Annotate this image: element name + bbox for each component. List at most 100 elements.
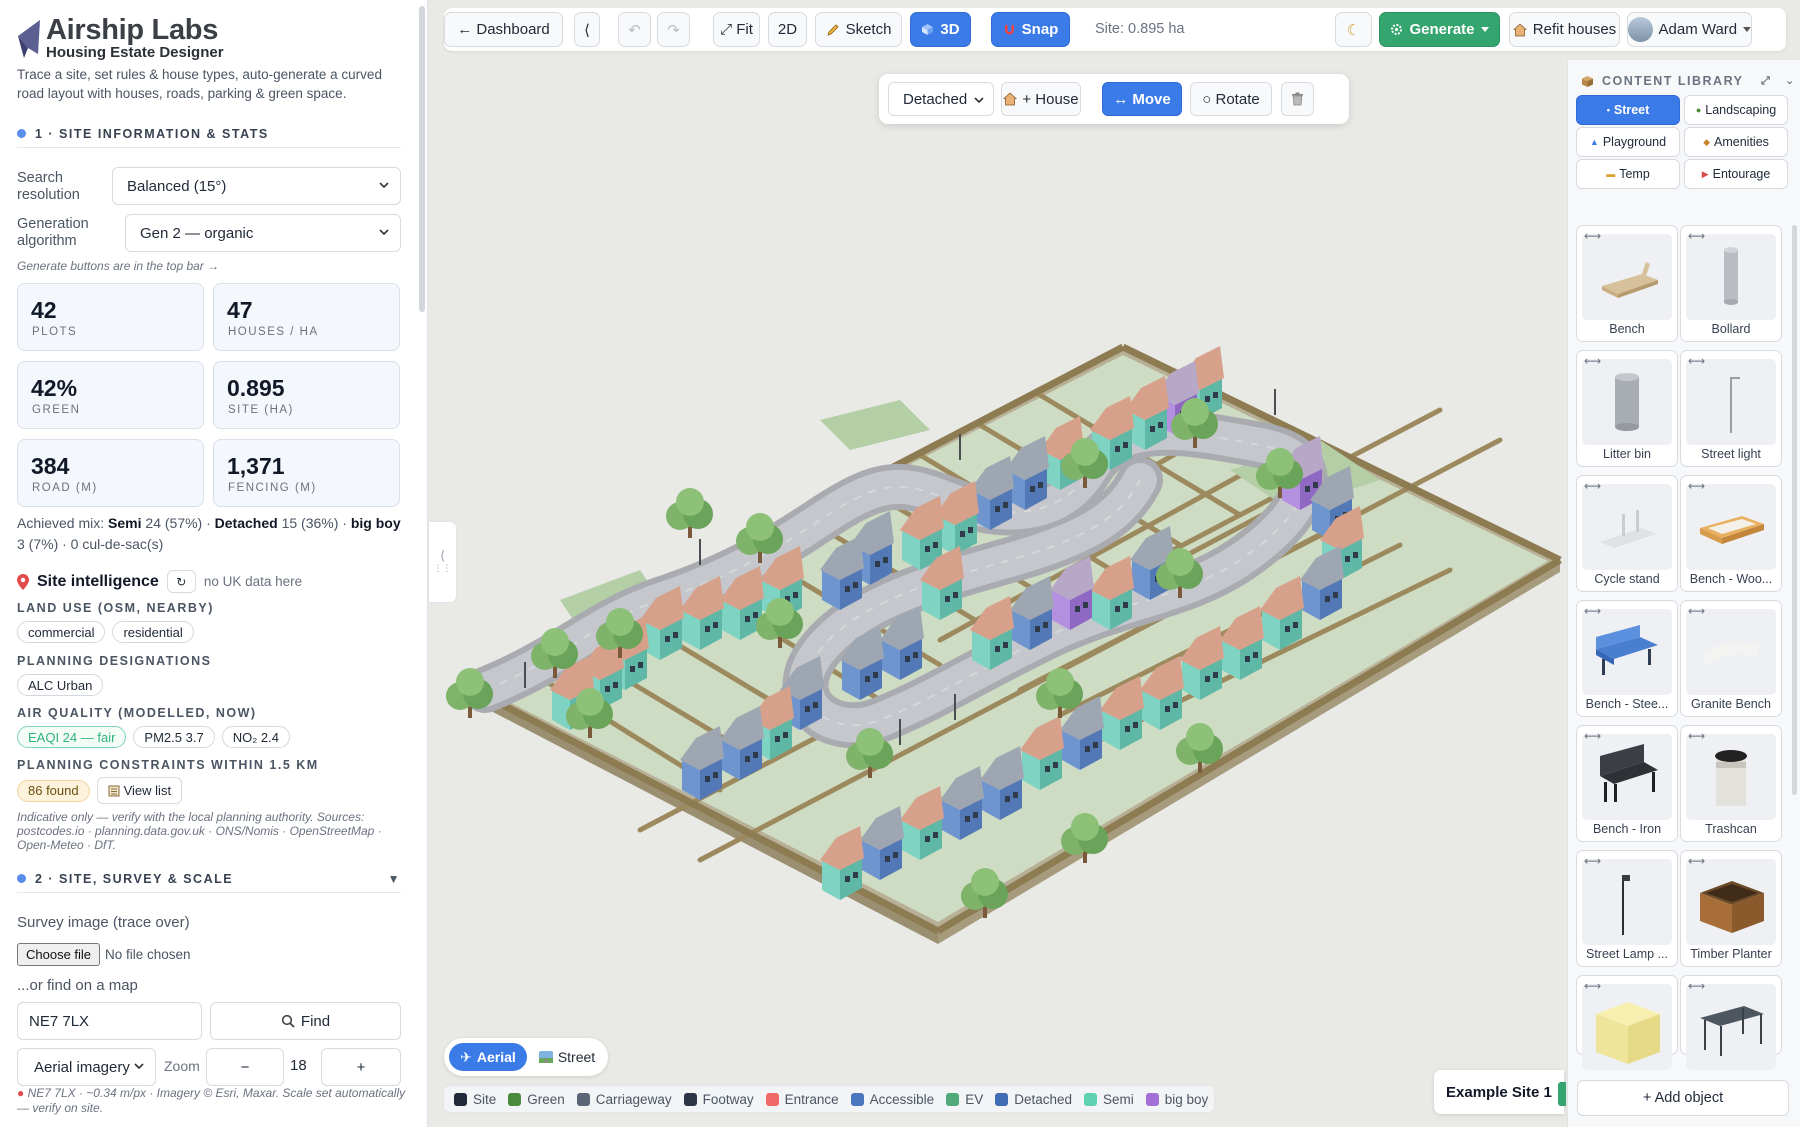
library-item[interactable]: ⟷ Bench	[1576, 225, 1678, 342]
house-window	[793, 592, 798, 598]
fit-button[interactable]: ⤢ Fit	[713, 12, 760, 47]
house-type-select[interactable]: Detached	[888, 82, 994, 116]
drag-handle-icon: ⋮⋮	[433, 563, 452, 573]
category-tab-street[interactable]: • Street	[1576, 95, 1680, 125]
house-window	[1045, 766, 1050, 772]
category-tab-temp[interactable]: ▬ Temp	[1576, 159, 1680, 189]
library-item[interactable]: ⟷ Bench - Stee...	[1576, 600, 1678, 717]
left-scrollbar[interactable]	[419, 6, 425, 312]
library-item[interactable]: ⟷ Timber Planter	[1680, 850, 1782, 967]
library-item-thumbnail	[1582, 984, 1672, 1070]
undo-button[interactable]: ↶	[618, 12, 651, 47]
category-icon: ●	[1695, 105, 1702, 115]
find-label: Find	[300, 1012, 331, 1030]
library-item[interactable]: ⟷	[1576, 975, 1678, 1070]
library-item[interactable]: ⟷ Bollard	[1680, 225, 1782, 342]
house-window	[1085, 746, 1090, 752]
sketch-button[interactable]: Sketch	[815, 12, 902, 47]
delete-button[interactable]	[1281, 82, 1314, 116]
category-tab-amenities[interactable]: ◆ Amenities	[1684, 127, 1788, 157]
land-use-chips: commercial residential	[17, 621, 194, 643]
refit-houses-button[interactable]: Refit houses	[1509, 12, 1620, 47]
house-window	[1123, 442, 1128, 448]
library-item[interactable]: ⟷ Street Lamp ...	[1576, 850, 1678, 967]
category-tab-playground[interactable]: ▲ Playground	[1576, 127, 1680, 157]
drag-arrows-icon: ⟷	[1688, 604, 1706, 618]
house-window	[853, 872, 858, 878]
imagery-select[interactable]: Aerial imagery	[17, 1048, 156, 1086]
library-item[interactable]: ⟷ Bench - Iron	[1576, 725, 1678, 842]
legend-swatch	[995, 1092, 1009, 1106]
zoom-in-button[interactable]: +	[321, 1048, 401, 1086]
expand-icon[interactable]: ⤢	[1761, 75, 1771, 87]
achieved-mix: Achieved mix: Semi 24 (57%) · Detached 1…	[17, 513, 407, 555]
dashboard-button[interactable]: ← Dashboard	[444, 12, 563, 47]
legend-swatch	[850, 1092, 864, 1106]
move-button[interactable]: ↔ Move	[1102, 82, 1182, 116]
generate-button[interactable]: Generate	[1379, 12, 1500, 47]
user-menu-button[interactable]: Adam Ward	[1627, 12, 1752, 47]
search-resolution-select[interactable]: Balanced (15°)	[112, 167, 401, 205]
aerial-view-button[interactable]: ✈ Aerial	[449, 1043, 527, 1071]
library-item-name: Litter bin	[1603, 447, 1651, 461]
section-1-header[interactable]: 1 · SITE INFORMATION & STATS	[17, 126, 401, 148]
stat-value: 42%	[31, 375, 78, 401]
chevron-down-icon	[974, 97, 984, 104]
library-scrollbar[interactable]	[1792, 225, 1797, 795]
library-item[interactable]: ⟷ Granite Bench	[1680, 600, 1782, 717]
view-list-button[interactable]: View list	[96, 777, 183, 804]
choose-file-button[interactable]: Choose file	[17, 943, 101, 966]
house-window	[1003, 642, 1008, 648]
house-window	[813, 702, 818, 708]
find-button[interactable]: Find	[210, 1002, 401, 1040]
library-item[interactable]: ⟷ Cycle stand	[1576, 475, 1678, 592]
collapse-chevron-icon[interactable]: ▼	[388, 872, 401, 886]
example-site-label[interactable]: Example Site 1	[1434, 1070, 1566, 1114]
library-item-thumbnail	[1582, 859, 1672, 945]
tree-crown	[1166, 548, 1194, 576]
theme-toggle-button[interactable]: ☾	[1335, 12, 1372, 47]
postcode-input[interactable]: NE7 7LX	[17, 1002, 202, 1040]
street-view-button[interactable]: Street	[531, 1043, 603, 1071]
library-item[interactable]: ⟷ Street light	[1680, 350, 1782, 467]
snap-button[interactable]: Snap	[991, 12, 1070, 47]
house-window	[753, 612, 758, 618]
library-item[interactable]: ⟷ Trashcan	[1680, 725, 1782, 842]
mode-2d-button[interactable]: 2D	[768, 12, 807, 47]
generation-algorithm-select[interactable]: Gen 2 — organic	[125, 214, 401, 252]
collapse-button[interactable]: ⟨	[574, 12, 600, 47]
3d-viewport[interactable]	[428, 60, 1566, 1127]
add-house-button[interactable]: + House	[1001, 82, 1081, 116]
library-item-name: Bench - Woo...	[1689, 572, 1773, 586]
stat-label: PLOTS	[32, 326, 78, 338]
collapse-menu-icon[interactable]: ⌄	[1785, 75, 1796, 87]
tree-crown	[1266, 448, 1294, 476]
chip-no2: NO₂ 2.4	[221, 726, 290, 748]
constraints-row: 86 found View list	[17, 777, 183, 804]
add-object-button[interactable]: + Add object	[1577, 1080, 1789, 1116]
house-window	[805, 706, 810, 712]
legend-swatch	[765, 1092, 779, 1106]
house-window	[1030, 486, 1035, 492]
estate-3d-render[interactable]	[428, 60, 1566, 1127]
house-window	[753, 752, 758, 758]
rotate-button[interactable]: ○ Rotate	[1190, 82, 1272, 116]
section-2-header[interactable]: 2 · SITE, SURVEY & SCALE ▼	[17, 871, 401, 893]
mode-3d-button[interactable]: 3D	[910, 12, 971, 47]
library-item[interactable]: ⟷ Litter bin	[1576, 350, 1678, 467]
category-tab-entourage[interactable]: ▶ Entourage	[1684, 159, 1788, 189]
refresh-button[interactable]: ↻	[166, 570, 196, 593]
library-item[interactable]: ⟷ Bench - Woo...	[1680, 475, 1782, 592]
panel-collapse-handle[interactable]: ⟨ ⋮⋮	[428, 521, 457, 603]
library-item-name: Bollard	[1711, 322, 1751, 336]
house-window	[925, 836, 930, 842]
library-item-thumbnail	[1582, 359, 1672, 445]
house-window	[630, 666, 635, 672]
zoom-out-button[interactable]: −	[206, 1048, 284, 1086]
redo-button[interactable]: ↷	[657, 12, 690, 47]
drag-arrows-icon: ⟷	[1688, 854, 1706, 868]
category-tab-landscaping[interactable]: ● Landscaping	[1684, 95, 1788, 125]
zoom-value: 18	[290, 1057, 307, 1074]
library-item[interactable]: ⟷	[1680, 975, 1782, 1070]
library-item-thumbnail	[1686, 484, 1776, 570]
